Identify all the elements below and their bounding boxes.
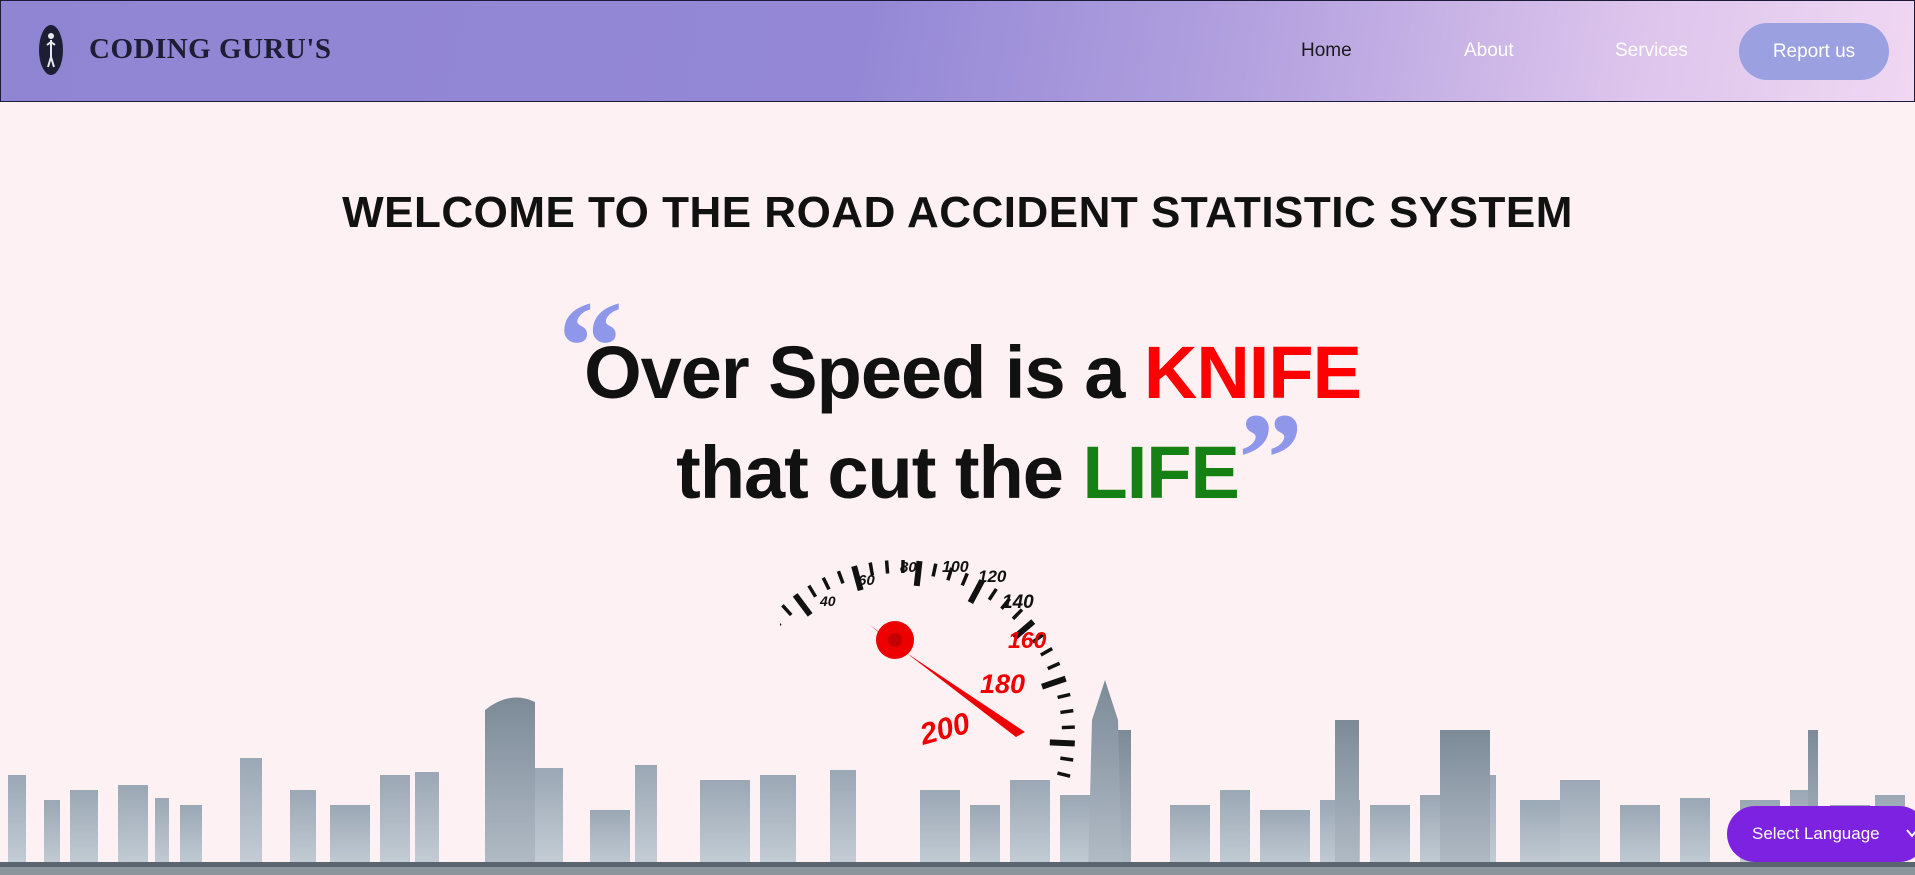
speedometer-tick bbox=[821, 576, 831, 591]
speedometer-tick bbox=[884, 560, 890, 574]
quote-line-2-text: that cut the bbox=[676, 431, 1083, 514]
select-language-button[interactable]: Select Language bbox=[1727, 806, 1915, 862]
nav-services-link[interactable]: Services bbox=[1615, 40, 1688, 62]
speedometer-image: 40 60 80 100 120 140 160 180 200 bbox=[780, 559, 1075, 778]
speedometer-tick bbox=[913, 560, 923, 587]
speedometer-tick bbox=[1061, 725, 1075, 730]
quote-line-1: Over Speed is a KNIFE bbox=[0, 330, 1915, 415]
speedometer-tick bbox=[1041, 675, 1067, 690]
speed-label-120: 120 bbox=[978, 567, 1007, 586]
speed-label-60: 60 bbox=[858, 572, 875, 589]
speedometer-tick bbox=[1057, 692, 1071, 700]
nav-home-link[interactable]: Home bbox=[1301, 40, 1352, 62]
speedometer-tick bbox=[1057, 771, 1071, 778]
chevron-down-icon bbox=[1906, 829, 1915, 838]
speed-label-40: 40 bbox=[819, 593, 836, 609]
brand-name[interactable]: CODING GURU'S bbox=[89, 33, 332, 66]
speed-label-100: 100 bbox=[942, 559, 969, 576]
nav-about-link[interactable]: About bbox=[1464, 40, 1514, 62]
guru-figure-icon[interactable] bbox=[39, 25, 63, 75]
speedometer-tick bbox=[1049, 739, 1075, 747]
speedometer-tick bbox=[1060, 708, 1074, 715]
quote-line-2: that cut the LIFE bbox=[0, 430, 1915, 515]
speedometer-tick bbox=[836, 570, 845, 584]
speedometer-tick bbox=[1047, 661, 1061, 671]
speedometer-tick bbox=[1060, 756, 1074, 762]
speed-label-80: 80 bbox=[900, 559, 917, 576]
navbar: CODING GURU'S Home About Services Report… bbox=[0, 0, 1915, 102]
close-quote-icon: ” bbox=[1238, 387, 1303, 531]
select-language-label: Select Language bbox=[1752, 824, 1880, 843]
speedometer-tick bbox=[931, 563, 938, 577]
report-us-button[interactable]: Report us bbox=[1739, 23, 1889, 80]
life-word: LIFE bbox=[1082, 431, 1240, 514]
speed-label-140: 140 bbox=[1002, 592, 1034, 613]
quote-line-1-text: Over Speed is a bbox=[584, 331, 1144, 414]
speed-label-160: 160 bbox=[1008, 627, 1047, 653]
speedometer-tick bbox=[792, 593, 813, 617]
speedometer-tick bbox=[781, 604, 793, 617]
page-title: WELCOME TO THE ROAD ACCIDENT STATISTIC S… bbox=[342, 188, 1573, 237]
speedometer-tick bbox=[807, 584, 818, 598]
speedometer-tick bbox=[987, 587, 998, 601]
speed-label-200: 200 bbox=[916, 707, 974, 752]
speed-label-180: 180 bbox=[980, 669, 1025, 699]
